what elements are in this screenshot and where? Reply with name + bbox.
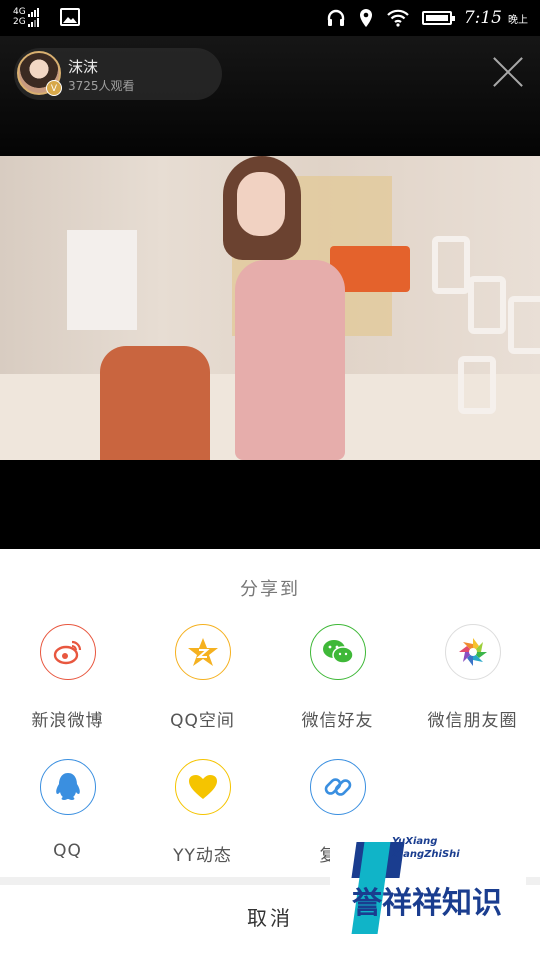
video-streamer: [215, 156, 345, 460]
network-indicator: 4G 2G: [13, 7, 39, 27]
weibo-icon[interactable]: [39, 624, 96, 680]
share-weibo-label: 新浪微博: [31, 711, 104, 731]
yy-heart-icon[interactable]: [174, 759, 231, 815]
share-weibo[interactable]: 新浪微博: [0, 624, 135, 731]
status-right: 7:15 晚上: [326, 6, 528, 30]
share-sheet-title: 分享到: [240, 579, 300, 600]
network-type-bottom: 2G: [13, 17, 26, 27]
host-info[interactable]: V 沫沫 3725人观看: [14, 48, 222, 100]
status-bar: 4G 2G 7:15 晚上: [0, 0, 540, 36]
status-period: 晚上: [508, 14, 528, 26]
vip-badge: V: [46, 80, 62, 96]
battery-icon: [421, 11, 455, 25]
host-name: 沫沫: [68, 58, 99, 76]
network-type-top: 4G: [13, 7, 26, 17]
close-button[interactable]: [492, 56, 524, 88]
share-yy[interactable]: YY动态: [135, 759, 270, 866]
share-qq[interactable]: QQ: [0, 759, 135, 861]
watermark-logo: YuXiang XiangZhiShi 誉祥祥知识: [330, 836, 526, 938]
headphones-icon: [327, 9, 345, 26]
location-icon: [359, 9, 372, 27]
wechat-icon[interactable]: [309, 624, 366, 680]
link-icon[interactable]: [309, 759, 366, 815]
share-wechat[interactable]: 微信好友: [270, 624, 405, 731]
signal-bottom-icon: [27, 18, 39, 27]
status-time: 7:15: [463, 8, 502, 28]
share-moments-label: 微信朋友圈: [427, 711, 518, 731]
signal-top-icon: [27, 8, 39, 17]
watermark-en-line1: YuXiang: [392, 836, 438, 847]
gallery-notification-icon: [60, 8, 80, 26]
video-wall-frame: [67, 230, 137, 330]
live-header: V 沫沫 3725人观看: [0, 36, 540, 156]
watermark-en-line2: XiangZhiShi: [392, 849, 460, 860]
watermark-zh-text: 誉祥祥知识: [352, 886, 502, 921]
qzone-icon[interactable]: [174, 624, 231, 680]
video-decor-letters: [428, 236, 540, 416]
qq-icon[interactable]: [39, 759, 96, 815]
video-chair: [100, 346, 210, 460]
share-qzone[interactable]: QQ空间: [135, 624, 270, 731]
share-qq-label: QQ: [53, 841, 82, 861]
wifi-icon: [387, 9, 409, 27]
viewer-count: 3725人观看: [68, 79, 135, 93]
share-yy-label: YY动态: [173, 846, 232, 866]
share-wechat-label: 微信好友: [301, 711, 374, 731]
share-moments[interactable]: 微信朋友圈: [405, 624, 540, 731]
live-video[interactable]: [0, 156, 540, 460]
moments-icon[interactable]: [444, 624, 501, 680]
screen: 4G 2G 7:15 晚上 V 沫沫 3725人观看 分享到 新浪微博 QQ空间…: [0, 0, 540, 960]
share-qzone-label: QQ空间: [170, 711, 235, 731]
